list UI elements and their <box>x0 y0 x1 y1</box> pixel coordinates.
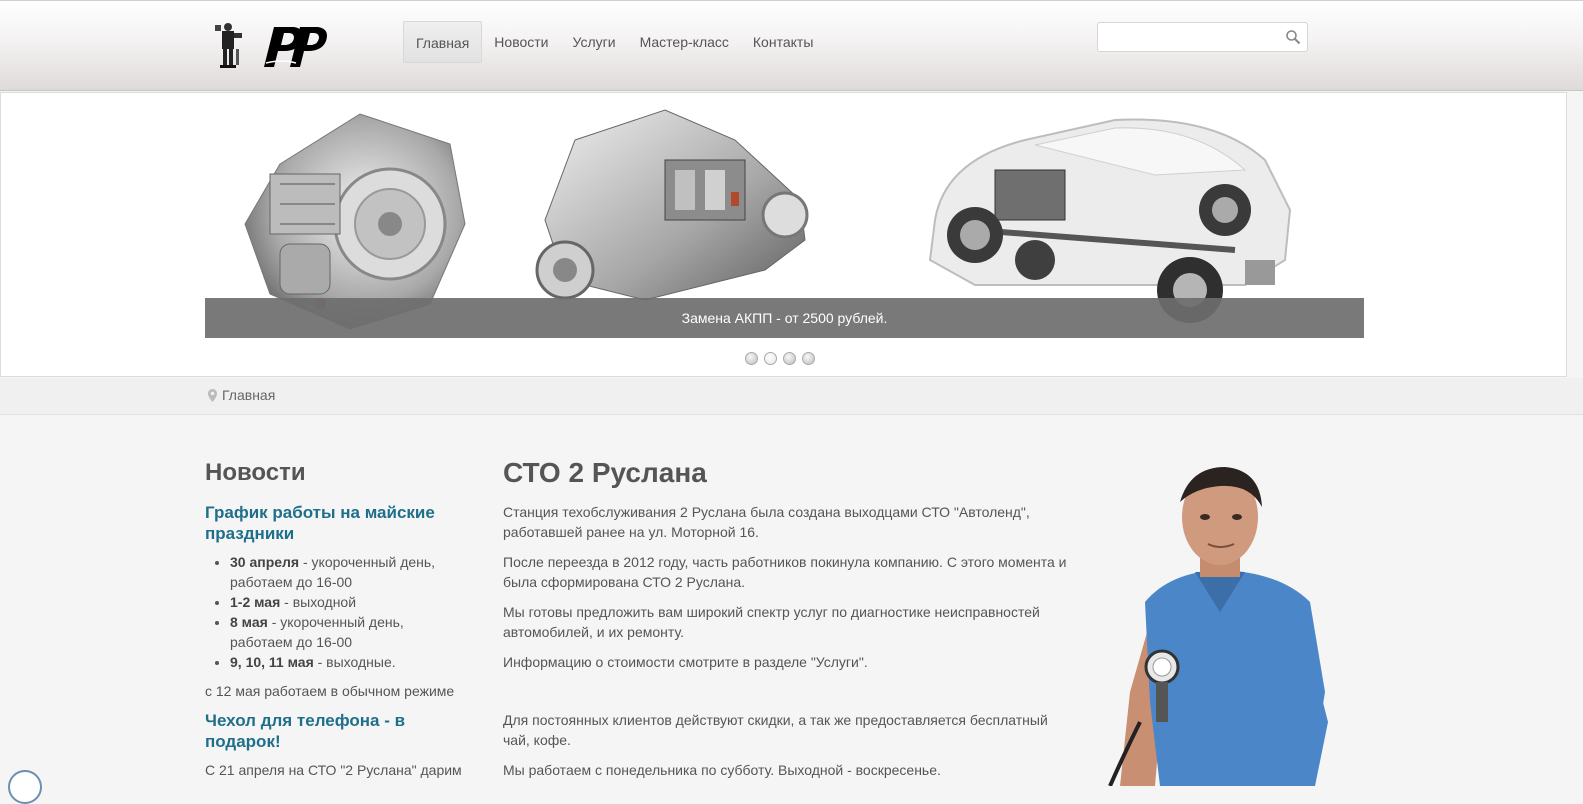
slider-dot-2[interactable] <box>764 352 777 365</box>
car-chassis-image <box>928 118 1292 323</box>
mechanic-photo <box>1108 467 1328 786</box>
news-schedule-list: 30 апреля - укороченный день, работаем д… <box>205 552 465 672</box>
paragraph: Станция техобслуживания 2 Руслана была с… <box>503 504 1030 540</box>
nav-item-contacts[interactable]: Контакты <box>741 21 825 63</box>
news-item-text-2: С 21 апреля на СТО "2 Руслана" дарим <box>205 762 462 778</box>
list-item: 8 мая - укороченный день, работаем до 16… <box>230 612 465 652</box>
list-item: 1-2 мая - выходной <box>230 592 465 612</box>
corner-badge-icon[interactable] <box>8 770 42 804</box>
search-box <box>1097 22 1308 52</box>
transfer-case-image <box>535 109 809 301</box>
breadcrumb: Главная <box>208 387 275 403</box>
site-logo[interactable] <box>212 19 332 71</box>
logo-mechanic-pp-icon <box>215 23 327 68</box>
slider-dots <box>745 352 815 365</box>
location-pin-icon <box>208 388 217 402</box>
page-title: СТО 2 Руслана <box>503 457 707 488</box>
nav-item-home[interactable]: Главная <box>403 21 483 63</box>
nav-item-masterclass[interactable]: Мастер-класс <box>628 21 741 63</box>
news-note: с 12 мая работаем в обычном режиме <box>205 683 455 699</box>
list-item: 9, 10, 11 мая - выходные. <box>230 652 465 672</box>
slider-dot-4[interactable] <box>802 352 815 365</box>
site-header: Главная Новости Услуги Мастер-класс Конт… <box>0 0 1583 91</box>
paragraph: Мы готовы предложить вам широкий спектр … <box>503 604 1040 640</box>
nav-item-news[interactable]: Новости <box>482 21 560 63</box>
paragraph: После переезда в 2012 году, часть работн… <box>503 554 1067 590</box>
list-item: 30 апреля - укороченный день, работаем д… <box>230 552 465 592</box>
breadcrumb-bar: Главная <box>0 378 1583 415</box>
search-icon[interactable] <box>1285 29 1301 45</box>
main-content: СТО 2 Руслана Станция техобслуживания 2 … <box>503 456 1073 790</box>
slider-dot-3[interactable] <box>783 352 796 365</box>
slider-caption: Замена АКПП - от 2500 рублей. <box>205 298 1364 338</box>
slider-dot-1[interactable] <box>745 352 758 365</box>
news-sidebar: Новости График работы на майские праздни… <box>205 458 465 780</box>
paragraph: Мы работаем с понедельника по субботу. В… <box>503 762 941 778</box>
news-heading: Новости <box>205 459 306 486</box>
paragraph: Для постоянных клиентов действуют скидки… <box>503 712 1048 748</box>
nav-item-services[interactable]: Услуги <box>561 21 628 63</box>
search-input[interactable] <box>1098 23 1294 51</box>
news-item-title-2[interactable]: Чехол для телефона - в подарок! <box>205 710 465 752</box>
breadcrumb-home[interactable]: Главная <box>222 387 275 403</box>
main-nav: Главная Новости Услуги Мастер-класс Конт… <box>403 21 825 63</box>
paragraph: Информацию о стоимости смотрите в раздел… <box>503 654 868 670</box>
news-item-title-1[interactable]: График работы на майские праздники <box>205 502 465 544</box>
